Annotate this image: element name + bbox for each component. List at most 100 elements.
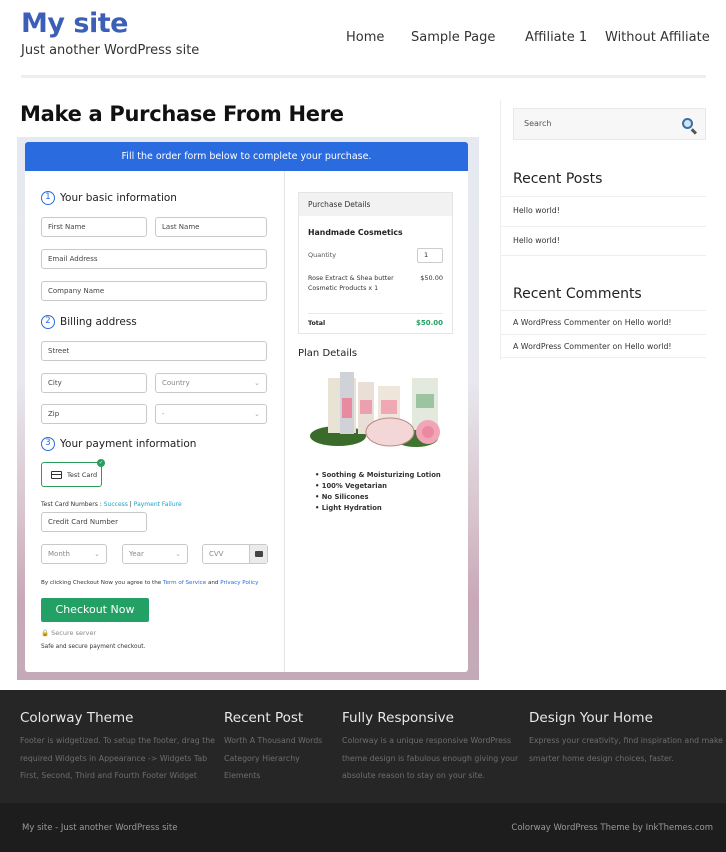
footer-col-title: Recent Post	[224, 710, 304, 726]
checkout-now-button[interactable]: Checkout Now	[41, 598, 149, 622]
quantity-input[interactable]: 1	[417, 248, 443, 263]
feature-item: Soothing & Moisturizing Lotion	[315, 470, 441, 481]
recent-comment-item[interactable]: A WordPress Commenter on Hello world!	[501, 310, 706, 334]
recent-comments-title: Recent Comments	[513, 286, 642, 302]
search-placeholder: Search	[524, 119, 552, 128]
footer-text: First, Second, Third and Fourth Footer W…	[20, 771, 197, 780]
feature-item: Light Hydration	[315, 503, 441, 514]
privacy-link[interactable]: Privacy Policy	[220, 580, 258, 586]
payment-method-test-card[interactable]: Test Card ✓	[41, 459, 105, 487]
footer-link[interactable]: Worth A Thousand Words	[224, 732, 322, 750]
footer-text: Express your creativity, find inspiratio…	[529, 736, 723, 745]
nav-item-without-affiliate[interactable]: Without Affiliate	[605, 30, 710, 45]
credit-card-icon	[51, 470, 62, 479]
feature-item: No Silicones	[315, 492, 441, 503]
year-select-value: Year	[129, 550, 144, 558]
first-name-field[interactable]: First Name	[41, 217, 147, 237]
step-1-icon: 1	[41, 191, 55, 205]
recent-post-item[interactable]: Hello world!	[501, 226, 706, 256]
search-input[interactable]: Search	[513, 108, 706, 140]
agreement-text: By clicking Checkout Now you agree to th…	[41, 580, 258, 586]
nav-item-sample-page[interactable]: Sample Page	[411, 30, 495, 45]
footer-link[interactable]: Elements	[224, 767, 322, 785]
step-2-icon: 2	[41, 315, 55, 329]
secure-server-label: Secure server	[51, 629, 97, 637]
footer-col-title: Colorway Theme	[20, 710, 134, 726]
nav-item-home[interactable]: Home	[346, 30, 384, 45]
section-title: Billing address	[60, 316, 137, 328]
footer-col-title: Design Your Home	[529, 710, 653, 726]
footer-site-credit[interactable]: My site - Just another WordPress site	[22, 823, 177, 833]
month-select[interactable]: Month ⌄	[41, 544, 107, 564]
plan-features-list: Soothing & Moisturizing Lotion 100% Vege…	[315, 470, 441, 514]
footer-bottom-bar: My site - Just another WordPress site Co…	[0, 803, 726, 852]
chevron-down-icon: ⌄	[94, 550, 100, 558]
header-divider	[21, 75, 706, 78]
country-select-value: Country	[162, 379, 190, 387]
section-title: Your payment information	[60, 438, 197, 450]
footer-theme-credit[interactable]: Colorway WordPress Theme by InkThemes.co…	[511, 823, 713, 833]
product-name: Handmade Cosmetics	[308, 228, 403, 237]
safe-checkout-text: Safe and secure payment checkout.	[41, 644, 146, 650]
chevron-down-icon: ⌄	[175, 550, 181, 558]
country-select[interactable]: Country ⌄	[155, 373, 267, 393]
email-field[interactable]: Email Address	[41, 249, 267, 269]
section-basic-info: 1 Your basic information	[41, 191, 177, 205]
cvv-field[interactable]: CVV	[202, 544, 268, 564]
recent-post-item[interactable]: Hello world!	[501, 196, 706, 226]
site-header: My site Just another WordPress site Home…	[0, 0, 726, 80]
footer-col-design-home: Design Your Home Express your creativity…	[529, 710, 723, 767]
footer-widgets: Colorway Theme Footer is widgetized. To …	[0, 690, 726, 803]
section-payment: 3 Your payment information	[41, 437, 196, 451]
plan-details-title: Plan Details	[298, 348, 358, 359]
test-failure-link[interactable]: Payment Failure	[134, 501, 182, 508]
street-field[interactable]: Street	[41, 341, 267, 361]
city-field[interactable]: City	[41, 373, 147, 393]
footer-text: Footer is widgetized. To setup the foote…	[20, 736, 215, 745]
test-card-numbers: Test Card Numbers : Success | Payment Fa…	[41, 501, 182, 508]
order-form-banner: Fill the order form below to complete yo…	[25, 142, 468, 171]
footer-col-responsive: Fully Responsive Colorway is a unique re…	[342, 710, 518, 785]
search-icon[interactable]	[682, 118, 693, 129]
footer-text: theme design is fabulous enough giving y…	[342, 753, 519, 763]
footer-text: Colorway is a unique responsive WordPres…	[342, 736, 512, 745]
year-select[interactable]: Year ⌄	[122, 544, 188, 564]
card-number-field[interactable]: Credit Card Number	[41, 512, 147, 532]
footer-text: smarter home design choices, faster.	[529, 753, 674, 763]
nav-item-affiliate-1[interactable]: Affiliate 1	[525, 30, 587, 45]
footer-text: absolute reason to stay on your site.	[342, 771, 485, 780]
state-select[interactable]: - ⌄	[155, 404, 267, 424]
total-divider	[308, 313, 443, 314]
total-label: Total	[308, 320, 326, 327]
card-back-icon	[249, 545, 267, 563]
lock-icon: 🔒	[41, 629, 50, 637]
secure-server: 🔒 Secure server	[41, 629, 96, 637]
cvv-placeholder: CVV	[209, 550, 224, 558]
terms-link[interactable]: Term of Service	[163, 580, 206, 586]
page-title: Make a Purchase From Here	[20, 102, 344, 126]
quantity-label: Quantity	[308, 251, 337, 259]
recent-posts-title: Recent Posts	[513, 171, 603, 187]
agreement-and: and	[206, 580, 221, 586]
step-3-icon: 3	[41, 437, 55, 451]
footer-col-title: Fully Responsive	[342, 710, 454, 726]
last-name-field[interactable]: Last Name	[155, 217, 267, 237]
footer-text: required Widgets in Appearance -> Widget…	[20, 753, 208, 763]
company-field[interactable]: Company Name	[41, 281, 267, 301]
total-value: $50.00	[415, 319, 443, 327]
section-title: Your basic information	[60, 192, 177, 204]
month-select-value: Month	[48, 550, 70, 558]
test-success-link[interactable]: Success	[104, 501, 128, 508]
test-card-label: Test Card Numbers :	[41, 501, 104, 508]
zip-field[interactable]: Zip	[41, 404, 147, 424]
footer-col-colorway: Colorway Theme Footer is widgetized. To …	[20, 710, 215, 785]
section-billing: 2 Billing address	[41, 315, 137, 329]
site-tagline: Just another WordPress site	[21, 43, 200, 58]
footer-link[interactable]: Category Hierarchy	[224, 750, 322, 768]
site-title[interactable]: My site	[21, 8, 128, 39]
column-divider	[284, 171, 285, 672]
recent-comment-item[interactable]: A WordPress Commenter on Hello world!	[501, 334, 706, 358]
purchase-details-box: Purchase Details Handmade Cosmetics Quan…	[298, 192, 453, 334]
chevron-down-icon: ⌄	[254, 410, 260, 418]
footer-col-recent-post: Recent Post Worth A Thousand Words Categ…	[224, 710, 322, 785]
